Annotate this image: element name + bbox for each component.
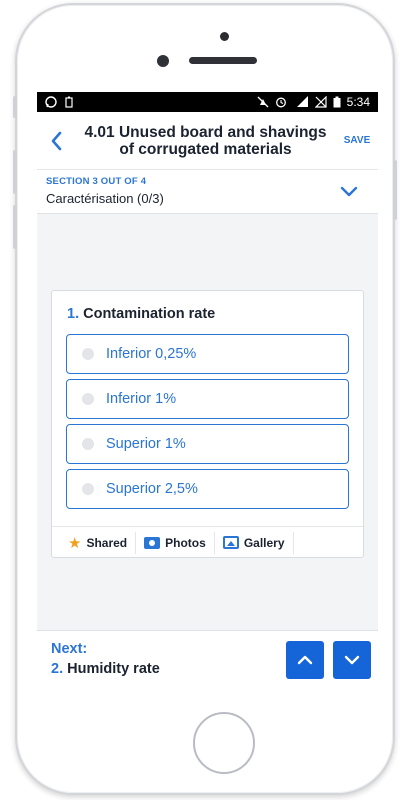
card-actions: ★ Shared Photos Gallery (52, 526, 363, 558)
radio-button[interactable] (82, 483, 94, 495)
home-button[interactable] (193, 712, 255, 774)
previous-question-button[interactable] (286, 641, 324, 679)
section-selector[interactable]: SECTION 3 OUT OF 4 Caractérisation (0/3) (37, 170, 378, 214)
volume-down-button (13, 205, 17, 249)
option-label: Inferior 1% (106, 391, 177, 407)
chevron-left-icon (51, 131, 62, 150)
next-question-title: 2. Humidity rate (51, 661, 160, 677)
option-label: Inferior 0,25% (106, 346, 197, 362)
app-bar: 4.01 Unused board and shavings of corrug… (37, 112, 378, 170)
alarm-icon (275, 96, 287, 108)
option-label: Superior 1% (106, 436, 186, 452)
radio-button[interactable] (82, 348, 94, 360)
front-camera (157, 55, 169, 67)
no-signal-icon (314, 96, 327, 108)
phone-screen: 5:34 4.01 Unused board and shavings of c… (37, 92, 378, 698)
battery-saver-icon (63, 96, 75, 108)
question-title: 1. Contamination rate (67, 306, 215, 322)
back-button[interactable] (37, 131, 75, 151)
question-card: 1. Contamination rate Inferior 0,25% Inf… (51, 290, 364, 558)
page-title: 4.01 Unused board and shavings of corrug… (84, 123, 327, 158)
gallery-button[interactable]: Gallery (215, 531, 294, 554)
radio-button[interactable] (82, 438, 94, 450)
option-label: Superior 2,5% (106, 481, 198, 497)
option-inferior-0-25[interactable]: Inferior 0,25% (66, 334, 349, 374)
sensor-dot (220, 32, 229, 41)
chevron-down-icon[interactable] (340, 182, 358, 203)
next-question-text: Humidity rate (67, 661, 160, 677)
chevron-down-icon (344, 655, 360, 665)
power-button (393, 160, 397, 220)
question-number: 1. (67, 306, 80, 322)
save-button[interactable]: SAVE (336, 135, 378, 146)
radio-button[interactable] (82, 393, 94, 405)
earpiece-speaker (189, 57, 257, 64)
shared-label: Shared (86, 535, 128, 550)
photos-button[interactable]: Photos (136, 531, 215, 554)
option-inferior-1[interactable]: Inferior 1% (66, 379, 349, 419)
next-question-button[interactable] (333, 641, 371, 679)
chevron-up-icon (297, 655, 313, 665)
next-label: Next: (51, 641, 88, 657)
section-title: Caractérisation (0/3) (46, 191, 164, 206)
signal-4g-icon (293, 96, 309, 108)
mute-switch (13, 96, 17, 118)
gallery-label: Gallery (243, 535, 285, 550)
whatsapp-icon (45, 96, 57, 108)
volume-up-button (13, 150, 17, 194)
next-question-number: 2. (51, 661, 64, 677)
camera-icon (144, 536, 161, 549)
section-progress: SECTION 3 OUT OF 4 (46, 176, 147, 187)
mute-icon (257, 96, 269, 108)
gallery-icon (222, 536, 239, 549)
next-question-bar: Next: 2. Humidity rate (37, 630, 378, 698)
status-bar: 5:34 (37, 92, 378, 112)
shared-button[interactable]: ★ Shared (60, 531, 137, 554)
option-superior-1[interactable]: Superior 1% (66, 424, 349, 464)
photos-label: Photos (165, 535, 206, 550)
star-icon: ★ (68, 534, 82, 552)
battery-icon (333, 96, 341, 108)
question-text: Contamination rate (83, 306, 216, 322)
option-superior-2-5[interactable]: Superior 2,5% (66, 469, 349, 509)
status-time: 5:34 (346, 95, 370, 109)
